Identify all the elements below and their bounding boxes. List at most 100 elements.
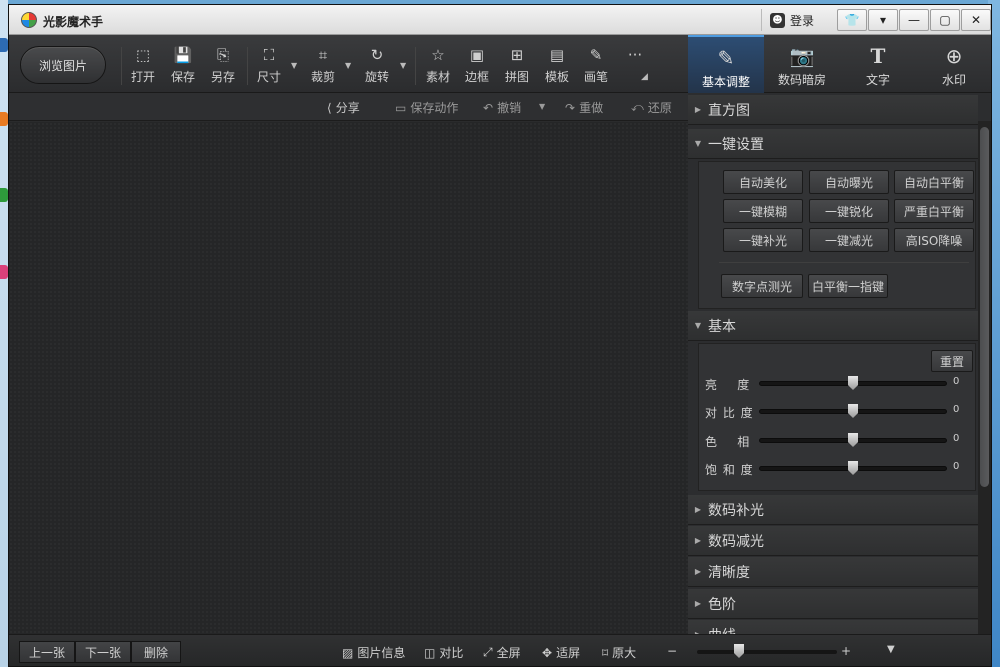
login-button[interactable]: ☻ 登录 <box>761 9 822 31</box>
undo-dropdown-icon[interactable]: ▼ <box>539 102 545 111</box>
size-dropdown-icon[interactable]: ▼ <box>291 61 297 70</box>
template-label: 模板 <box>544 70 569 84</box>
crop-button[interactable]: ⌗ 裁剪 <box>303 45 343 87</box>
collage-button[interactable]: ⊞ 拼图 <box>497 45 537 87</box>
save-button[interactable]: 💾 保存 <box>163 45 203 87</box>
rotate-dropdown-icon[interactable]: ▼ <box>400 61 406 70</box>
one-click-reduce-light-button[interactable]: 一键减光 <box>809 228 889 252</box>
one-click-fill-light-button[interactable]: 一键补光 <box>723 228 803 252</box>
save-as-button[interactable]: ⎘ 另存 <box>203 45 243 87</box>
section-clarity[interactable]: ▶ 清晰度 <box>688 557 978 587</box>
one-click-box: 自动美化 自动曝光 自动白平衡 一键模糊 一键锐化 严重白平衡 一键补光 一键减… <box>698 161 976 309</box>
slider-thumb[interactable] <box>848 376 858 390</box>
tab-text[interactable]: T 文字 <box>840 35 916 93</box>
severe-white-balance-button[interactable]: 严重白平衡 <box>894 199 974 223</box>
one-click-blur-button[interactable]: 一键模糊 <box>723 199 803 223</box>
collage-label: 拼图 <box>504 70 529 84</box>
tab-basic-adjust[interactable]: ✎ 基本调整 <box>688 35 764 93</box>
slider-thumb[interactable] <box>848 461 858 475</box>
slider-thumb[interactable] <box>848 404 858 418</box>
compare-icon: ◫ <box>424 645 436 660</box>
original-size-icon: ⌑ <box>602 645 609 660</box>
hue-slider[interactable]: 色 相 0 <box>705 431 967 449</box>
section-reduce-light[interactable]: ▶ 数码减光 <box>688 526 978 556</box>
menu-button[interactable]: ▾ <box>868 9 898 31</box>
fit-screen-label: 适屏 <box>556 646 581 660</box>
skin-button[interactable]: 👕 <box>837 9 867 31</box>
prev-image-button[interactable]: 上一张 <box>19 641 75 663</box>
more-icon: ··· <box>627 46 643 64</box>
tab-darkroom[interactable]: 📷 数码暗房 <box>764 35 840 93</box>
auto-white-balance-button[interactable]: 自动白平衡 <box>894 170 974 194</box>
section-histogram[interactable]: ▶ 直方图 <box>688 95 978 125</box>
slider-thumb[interactable] <box>848 433 858 447</box>
expand-corner-icon[interactable]: ◢ <box>641 72 648 82</box>
compare-button[interactable]: ◫ 对比 <box>424 644 463 661</box>
material-button[interactable]: ☆ 素材 <box>418 45 458 87</box>
contrast-slider[interactable]: 对 比 度 0 <box>705 402 967 420</box>
template-button[interactable]: ▤ 模板 <box>537 45 577 87</box>
more-button[interactable]: ··· <box>615 45 655 87</box>
rotate-button[interactable]: ↻ 旋转 <box>357 45 397 87</box>
undo-button[interactable]: ↶ 撤销 <box>483 99 521 116</box>
section-levels[interactable]: ▶ 色阶 <box>688 589 978 619</box>
material-label: 素材 <box>425 70 450 84</box>
high-iso-denoise-button[interactable]: 高ISO降噪 <box>894 228 974 252</box>
fit-screen-button[interactable]: ✥ 适屏 <box>542 644 580 661</box>
brightness-slider[interactable]: 亮 度 0 <box>705 374 967 392</box>
saturation-slider[interactable]: 饱 和 度 0 <box>705 459 967 477</box>
panel-scrollbar[interactable] <box>978 121 991 634</box>
section-fill-light[interactable]: ▶ 数码补光 <box>688 495 978 525</box>
spot-metering-button[interactable]: 数字点测光 <box>721 274 803 298</box>
next-image-button[interactable]: 下一张 <box>75 641 131 663</box>
minimize-button[interactable]: — <box>899 9 929 31</box>
image-info-button[interactable]: ▨ 图片信息 <box>342 644 405 661</box>
share-icon: ⟨ <box>327 100 332 115</box>
white-balance-pick-button[interactable]: 白平衡一指键 <box>808 274 888 298</box>
restore-button[interactable]: ⤺ 还原 <box>631 99 672 116</box>
maximize-button[interactable]: ▢ <box>930 9 960 31</box>
brush-button[interactable]: ✎ 画笔 <box>576 45 616 87</box>
one-click-sharpen-button[interactable]: 一键锐化 <box>809 199 889 223</box>
crop-label: 裁剪 <box>310 70 335 84</box>
browse-images-button[interactable]: 浏览图片 <box>20 46 106 84</box>
text-t-icon: T <box>870 44 886 68</box>
border-button[interactable]: ▣ 边框 <box>457 45 497 87</box>
slider-label: 饱 和 度 <box>705 463 754 477</box>
redo-button[interactable]: ↷ 重做 <box>565 99 603 116</box>
crop-dropdown-icon[interactable]: ▼ <box>345 61 351 70</box>
delete-button[interactable]: 删除 <box>131 641 181 663</box>
image-canvas[interactable] <box>9 122 688 634</box>
window-title: 光影魔术手 <box>43 15 104 29</box>
view-mode-dropdown-icon[interactable]: ▼ <box>887 644 895 655</box>
scrollbar-thumb[interactable] <box>980 127 989 487</box>
desktop-left-strip <box>0 0 8 667</box>
toolbar-divider <box>415 47 416 85</box>
section-curves[interactable]: ▶ 曲线 <box>688 620 978 634</box>
adjust-edit-icon: ✎ <box>717 46 735 70</box>
desktop-icon <box>0 265 8 279</box>
zoom-out-button[interactable]: − <box>667 644 677 658</box>
menu-dropdown-icon: ▾ <box>879 13 887 27</box>
section-one-click[interactable]: ▼ 一键设置 <box>688 129 978 159</box>
border-label: 边框 <box>464 70 489 84</box>
open-button[interactable]: ⬚ 打开 <box>123 45 163 87</box>
auto-exposure-button[interactable]: 自动曝光 <box>809 170 889 194</box>
section-basic[interactable]: ▼ 基本 <box>688 311 978 341</box>
tab-watermark[interactable]: ⊕ 水印 <box>916 35 992 93</box>
zoom-in-button[interactable]: + <box>841 644 851 658</box>
share-button[interactable]: ⟨ 分享 <box>327 99 360 116</box>
rotate-icon: ↻ <box>370 46 384 64</box>
zoom-slider-thumb[interactable] <box>734 644 744 658</box>
slider-label: 对 比 度 <box>705 406 754 420</box>
title-bar: 光影魔术手 ☻ 登录 👕 ▾ — ▢ ✕ <box>9 5 991 35</box>
reset-button[interactable]: 重置 <box>931 350 973 372</box>
close-button[interactable]: ✕ <box>961 9 991 31</box>
fullscreen-button[interactable]: ⤢ 全屏 <box>483 644 521 661</box>
slider-label: 亮 度 <box>705 378 751 392</box>
size-button[interactable]: ⛶ 尺寸 <box>249 45 289 87</box>
original-size-button[interactable]: ⌑ 原大 <box>602 644 636 661</box>
auto-beautify-button[interactable]: 自动美化 <box>723 170 803 194</box>
save-action-button[interactable]: ▭ 保存动作 <box>395 99 458 116</box>
zoom-slider-track[interactable] <box>697 650 837 654</box>
